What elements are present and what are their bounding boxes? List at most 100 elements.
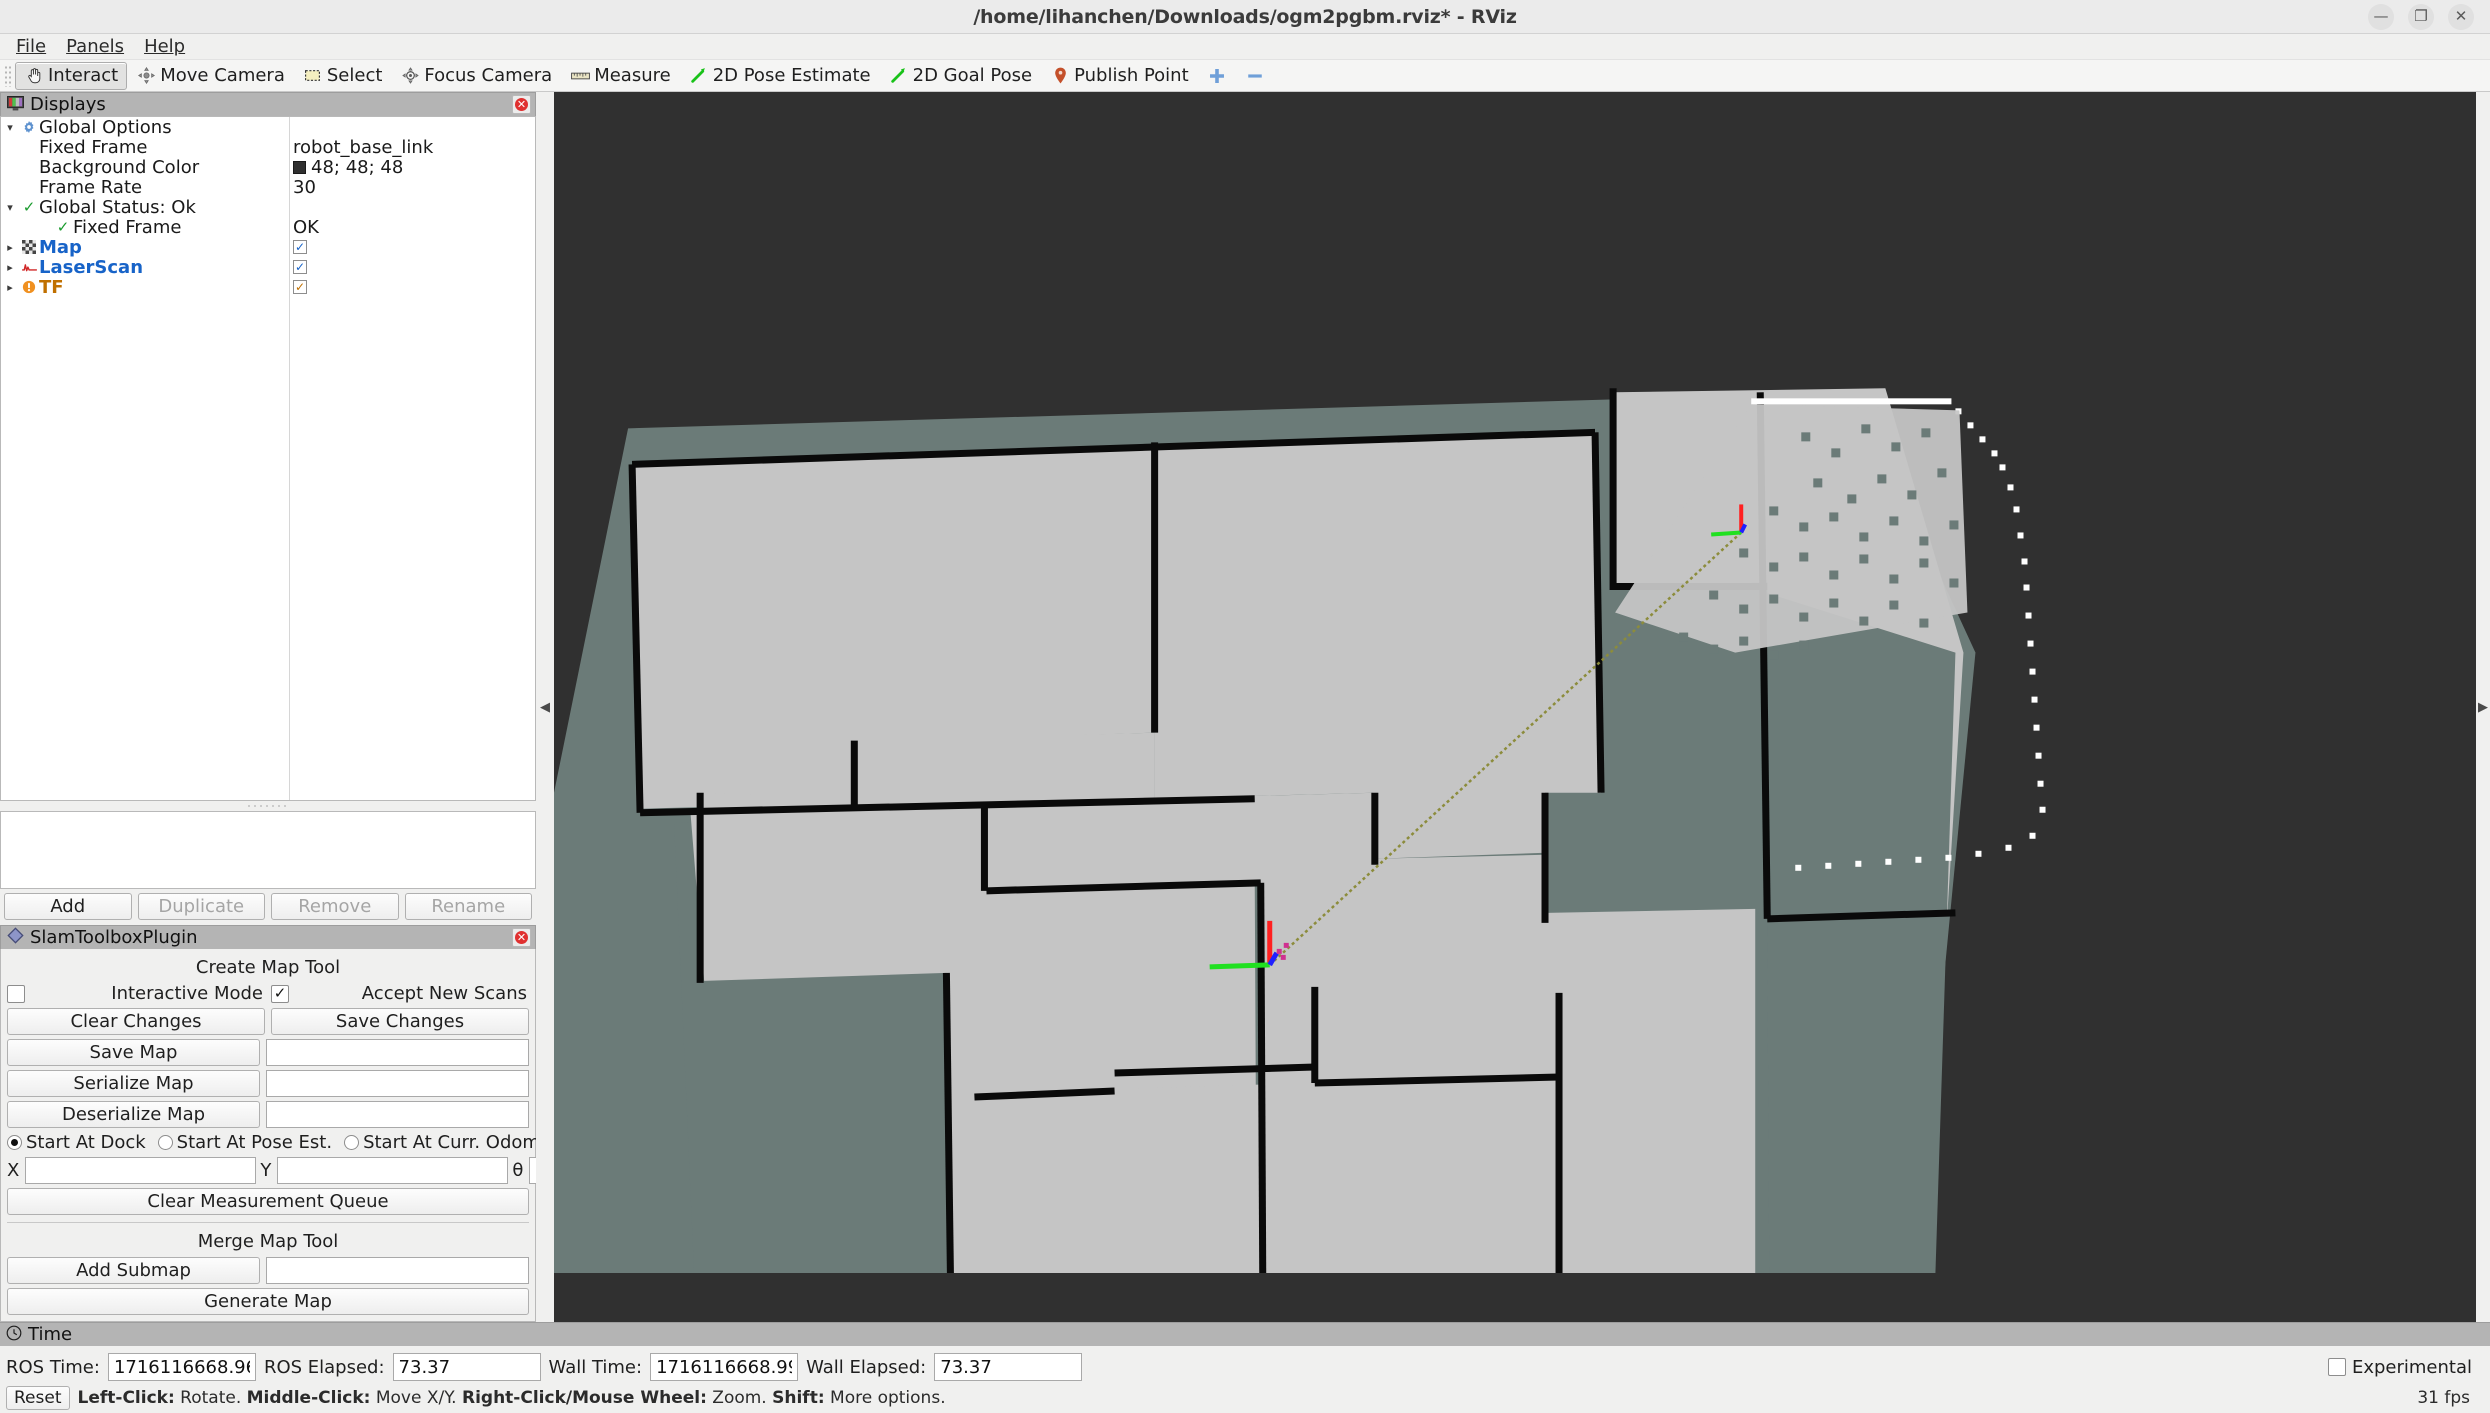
add-submap-button[interactable]: Add Submap — [7, 1257, 260, 1284]
save-map-button[interactable]: Save Map — [7, 1039, 260, 1066]
map-visibility-checkbox[interactable]: ✓ — [293, 240, 307, 254]
tree-value-frame-rate[interactable]: 30 — [293, 177, 316, 198]
hint-middle-click: Middle-Click: — [246, 1388, 371, 1408]
interactive-mode-left-checkbox[interactable] — [7, 984, 25, 1003]
tree-label: Fixed Frame — [73, 216, 182, 238]
tree-row-fixed-frame[interactable]: Fixed Frame robot_base_link — [1, 137, 535, 158]
radio-start-at-dock[interactable] — [7, 1135, 22, 1150]
ros-time-input[interactable] — [107, 1353, 256, 1381]
tree-value-fixed-frame[interactable]: robot_base_link — [293, 137, 433, 158]
reset-button[interactable]: Reset — [6, 1386, 70, 1410]
x-input[interactable] — [25, 1157, 257, 1184]
color-swatch-icon — [293, 160, 306, 174]
deserialize-map-button[interactable]: Deserialize Map — [7, 1101, 260, 1128]
radio-start-at-curr-odom-label[interactable]: Start At Curr. Odom — [363, 1132, 540, 1153]
save-map-input[interactable] — [266, 1039, 529, 1066]
displays-resize-handle[interactable] — [0, 801, 536, 810]
wall-time-input[interactable] — [650, 1353, 799, 1381]
tool-move-camera-label: Move Camera — [160, 65, 285, 86]
experimental-checkbox[interactable] — [2327, 1358, 2346, 1376]
maximize-icon[interactable]: ❐ — [2408, 3, 2434, 30]
chevron-left-icon[interactable]: ◀ — [540, 701, 550, 714]
tool-select[interactable]: Select — [294, 62, 392, 90]
slam-diamond-icon — [7, 926, 24, 949]
slam-panel-title: SlamToolboxPlugin — [30, 927, 198, 948]
left-splitter[interactable]: ◀ — [536, 92, 554, 1322]
toolbar-grip[interactable] — [4, 64, 12, 87]
tree-row-frame-rate[interactable]: Frame Rate 30 — [1, 177, 535, 198]
tool-focus-camera-label: Focus Camera — [424, 65, 553, 86]
remove-button[interactable]: Remove — [271, 893, 399, 920]
tree-row-map[interactable]: ▸ Map ✓ — [1, 237, 535, 258]
tool-move-camera[interactable]: Move Camera — [127, 62, 294, 90]
tool-publish-point[interactable]: Publish Point — [1041, 62, 1198, 90]
tool-remove[interactable] — [1236, 62, 1274, 90]
rename-button[interactable]: Rename — [404, 893, 532, 920]
tree-row-laserscan[interactable]: ▸ LaserScan ✓ — [1, 257, 535, 278]
chevron-right-icon[interactable]: ▶ — [2478, 701, 2488, 714]
expand-arrow-icon[interactable]: ▸ — [1, 261, 19, 274]
tool-interact[interactable]: Interact — [15, 61, 128, 90]
slam-panel-header: SlamToolboxPlugin ✕ — [0, 925, 536, 949]
tool-measure[interactable]: Measure — [561, 62, 680, 90]
deserialize-map-input[interactable] — [266, 1101, 529, 1128]
wall-elapsed-input[interactable] — [934, 1353, 1083, 1381]
tree-row-global-options[interactable]: ▾ Global Options — [1, 117, 535, 138]
radio-start-at-curr-odom[interactable] — [344, 1135, 360, 1150]
slam-close-button[interactable]: ✕ — [512, 928, 531, 947]
tool-2d-pose-estimate-label: 2D Pose Estimate — [712, 65, 871, 86]
duplicate-button[interactable]: Duplicate — [137, 893, 265, 920]
serialize-map-button[interactable]: Serialize Map — [7, 1070, 260, 1097]
expand-arrow-icon[interactable]: ▸ — [1, 241, 19, 254]
generate-map-button[interactable]: Generate Map — [7, 1288, 529, 1315]
radio-start-at-pose-est-label[interactable]: Start At Pose Est. — [177, 1132, 332, 1153]
tool-2d-goal-pose[interactable]: 2D Goal Pose — [880, 62, 1041, 90]
laserscan-visibility-checkbox[interactable]: ✓ — [293, 260, 307, 274]
main-body: Displays ✕ ▾ Global Options Fixed Frame … — [0, 92, 2490, 1322]
tool-2d-pose-estimate[interactable]: 2D Pose Estimate — [680, 62, 880, 90]
titlebar: /home/lihanchen/Downloads/ogm2pgbm.rviz*… — [0, 0, 2490, 34]
menu-help[interactable]: Help — [134, 34, 195, 59]
display-description-box — [0, 811, 536, 889]
tree-row-global-status[interactable]: ▾ ✓ Global Status: Ok — [1, 197, 535, 218]
tree-value-map: ✓ — [293, 240, 307, 254]
ros-elapsed-input[interactable] — [392, 1353, 541, 1381]
radio-start-at-pose-est[interactable] — [157, 1135, 173, 1150]
tree-row-tf[interactable]: ▸ TF ✓ — [1, 277, 535, 298]
radio-dot-icon — [11, 1139, 18, 1146]
radio-start-at-dock-label[interactable]: Start At Dock — [26, 1132, 146, 1153]
occupancy-grid-scene — [554, 388, 2046, 1274]
tool-add[interactable] — [1198, 62, 1236, 90]
tf-visibility-checkbox[interactable]: ✓ — [293, 280, 307, 294]
minimize-icon[interactable]: — — [2368, 3, 2394, 30]
add-button[interactable]: Add — [4, 893, 132, 920]
menu-panels[interactable]: Panels — [56, 34, 134, 59]
right-splitter[interactable]: ▶ — [2476, 92, 2490, 1322]
tree-row-background-color[interactable]: Background Color 48; 48; 48 — [1, 157, 535, 178]
tree-row-fixed-frame-status[interactable]: ✓ Fixed Frame OK — [1, 216, 535, 238]
y-input[interactable] — [277, 1157, 509, 1184]
hint-more-options: More options. — [824, 1388, 946, 1408]
clear-measurement-queue-button[interactable]: Clear Measurement Queue — [7, 1188, 529, 1215]
ros-elapsed-label: ROS Elapsed: — [263, 1356, 385, 1378]
tool-publish-point-label: Publish Point — [1074, 65, 1189, 86]
displays-tree[interactable]: ▾ Global Options Fixed Frame robot_base_… — [0, 116, 536, 801]
add-submap-input[interactable] — [266, 1257, 529, 1284]
save-changes-button[interactable]: Save Changes — [271, 1008, 529, 1035]
menu-file[interactable]: File — [6, 34, 56, 59]
tool-focus-camera[interactable]: Focus Camera — [391, 62, 561, 90]
close-icon[interactable]: ✕ — [2448, 3, 2474, 30]
render-viewport[interactable] — [554, 92, 2476, 1322]
accept-new-scans-checkbox[interactable]: ✓ — [271, 984, 289, 1003]
clear-changes-button[interactable]: Clear Changes — [7, 1008, 265, 1035]
expand-arrow-icon[interactable]: ▾ — [1, 121, 19, 134]
tree-value-laserscan: ✓ — [293, 260, 307, 274]
displays-close-button[interactable]: ✕ — [512, 95, 531, 114]
left-dock: Displays ✕ ▾ Global Options Fixed Frame … — [0, 92, 761, 1322]
theta-label: θ — [512, 1160, 524, 1181]
serialize-map-input[interactable] — [266, 1070, 529, 1097]
wall-elapsed-label: Wall Elapsed: — [806, 1356, 927, 1378]
expand-arrow-icon[interactable]: ▾ — [1, 201, 19, 214]
tree-value-background-color[interactable]: 48; 48; 48 — [293, 157, 403, 178]
expand-arrow-icon[interactable]: ▸ — [1, 281, 19, 294]
